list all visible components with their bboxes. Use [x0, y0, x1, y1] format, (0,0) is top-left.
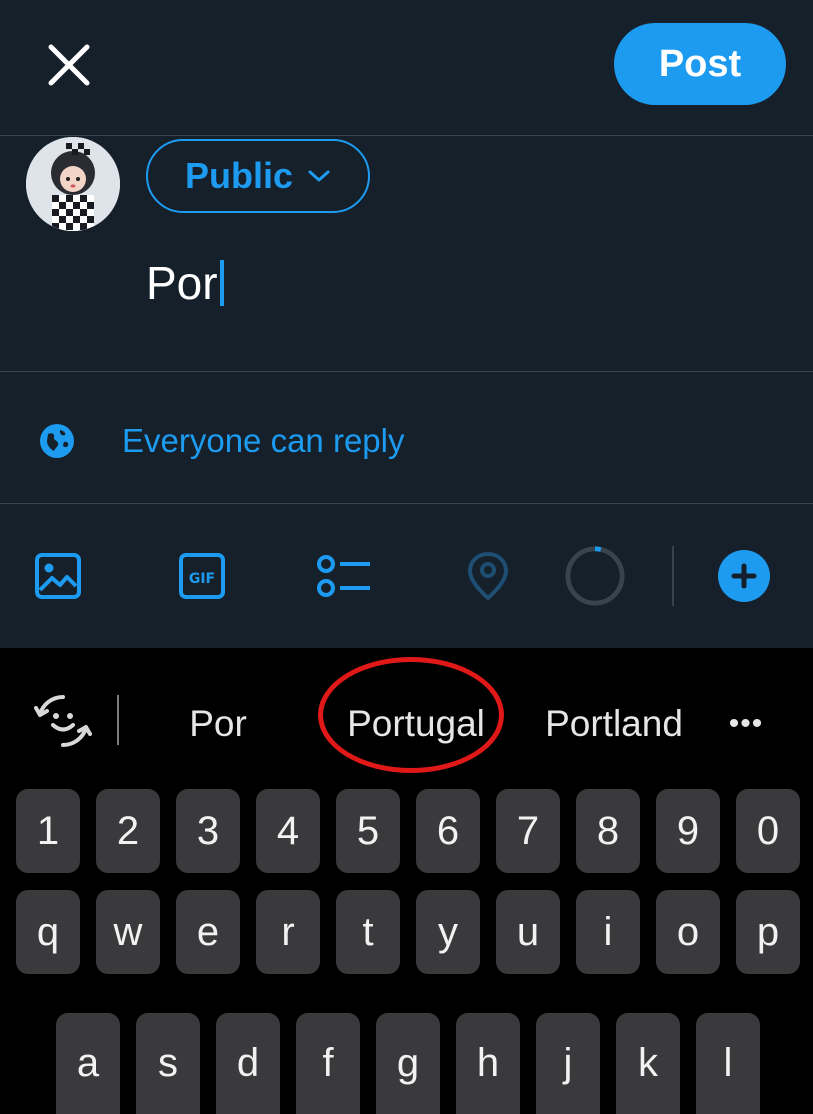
toolbar-separator [672, 546, 674, 606]
key-g[interactable]: g [376, 1013, 440, 1114]
key-2[interactable]: 2 [96, 789, 160, 873]
key-h[interactable]: h [456, 1013, 520, 1114]
reply-setting-label: Everyone can reply [122, 422, 405, 459]
divider [0, 135, 813, 136]
key-k[interactable]: k [616, 1013, 680, 1114]
suggestion-1[interactable]: Por [150, 700, 286, 748]
emoji-switch-button[interactable] [34, 692, 92, 750]
key-p[interactable]: p [736, 890, 800, 974]
key-l[interactable]: l [696, 1013, 760, 1114]
character-counter [564, 545, 626, 607]
key-f[interactable]: f [296, 1013, 360, 1114]
reply-setting-button[interactable]: Everyone can reply [38, 410, 404, 472]
key-j[interactable]: j [536, 1013, 600, 1114]
key-u[interactable]: u [496, 890, 560, 974]
close-icon [48, 44, 90, 86]
avatar[interactable] [26, 137, 120, 231]
divider [0, 503, 813, 504]
divider [0, 371, 813, 372]
text-caret [219, 260, 224, 306]
gif-button[interactable]: GIF [171, 545, 233, 607]
close-button[interactable] [40, 36, 98, 94]
suggestion-separator [117, 695, 119, 745]
audience-label: Public [184, 155, 294, 196]
gif-icon: GIF [179, 553, 225, 599]
key-5[interactable]: 5 [336, 789, 400, 873]
character-counter-ring [565, 546, 625, 606]
key-0[interactable]: 0 [736, 789, 800, 873]
chevron-down-icon [308, 170, 330, 182]
more-suggestions-button[interactable]: ••• [718, 700, 774, 748]
key-y[interactable]: y [416, 890, 480, 974]
key-r[interactable]: r [256, 890, 320, 974]
add-thread-button[interactable] [713, 545, 775, 607]
svg-text:GIF: GIF [189, 571, 215, 587]
key-t[interactable]: t [336, 890, 400, 974]
key-w[interactable]: w [96, 890, 160, 974]
key-e[interactable]: e [176, 890, 240, 974]
key-4[interactable]: 4 [256, 789, 320, 873]
media-button[interactable] [27, 545, 89, 607]
post-button[interactable]: Post [614, 23, 786, 105]
location-button[interactable] [457, 545, 519, 607]
key-7[interactable]: 7 [496, 789, 560, 873]
poll-icon [317, 555, 370, 597]
key-s[interactable]: s [136, 1013, 200, 1114]
key-3[interactable]: 3 [176, 789, 240, 873]
audience-selector[interactable]: Public [146, 139, 370, 213]
globe-icon [40, 424, 74, 458]
key-a[interactable]: a [56, 1013, 120, 1114]
key-6[interactable]: 6 [416, 789, 480, 873]
add-icon [718, 550, 770, 602]
key-d[interactable]: d [216, 1013, 280, 1114]
image-icon [35, 553, 81, 599]
key-o[interactable]: o [656, 890, 720, 974]
location-icon [467, 551, 509, 601]
annotation-circle [318, 657, 504, 773]
key-q[interactable]: q [16, 890, 80, 974]
key-i[interactable]: i [576, 890, 640, 974]
key-9[interactable]: 9 [656, 789, 720, 873]
poll-button[interactable] [314, 545, 376, 607]
suggestion-3[interactable]: Portland [530, 700, 698, 748]
key-1[interactable]: 1 [16, 789, 80, 873]
emoji-refresh-icon [34, 694, 92, 748]
key-8[interactable]: 8 [576, 789, 640, 873]
compose-text-value: Por [146, 257, 218, 309]
compose-textarea[interactable]: Por [146, 253, 224, 313]
